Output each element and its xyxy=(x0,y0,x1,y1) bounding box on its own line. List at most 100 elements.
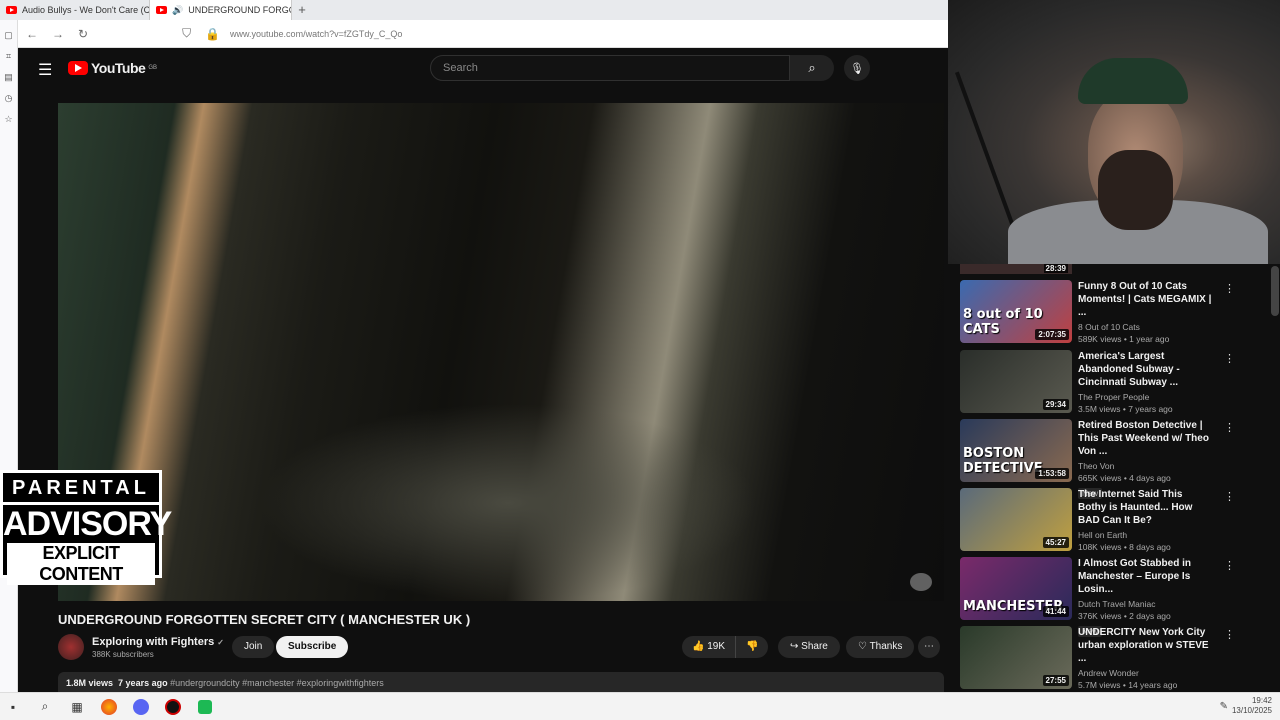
firefox-icon[interactable] xyxy=(96,695,122,719)
channel-name[interactable]: Theo Von xyxy=(1078,461,1213,471)
voice-search-button[interactable]: 🎙 xyxy=(844,55,870,81)
like-dislike-group: 👍 19K 👎 xyxy=(682,636,769,658)
channel-name[interactable]: Andrew Wonder xyxy=(1078,668,1213,678)
discord-icon[interactable] xyxy=(128,695,154,719)
video-description[interactable]: 1.8M views 7 years ago #undergroundcity … xyxy=(58,672,944,692)
logo-text: YouTube xyxy=(91,60,146,76)
youtube-header: ☰ YouTube GB Search ⌕ 🎙 xyxy=(18,48,948,88)
recommended-video[interactable]: 27:55 UNDERCITY New York City urban explo… xyxy=(960,626,1260,690)
video-duration: 27:55 xyxy=(1042,675,1069,686)
more-actions-button[interactable]: ⋯ xyxy=(918,636,940,658)
video-thumbnail[interactable]: 45:27 xyxy=(960,488,1072,551)
video-meta: 665K views • 4 days ago xyxy=(1078,473,1171,483)
scrollbar-thumb[interactable] xyxy=(1271,266,1279,316)
search-icon[interactable]: ⌕ xyxy=(32,695,58,719)
video-title[interactable]: Retired Boston Detective | This Past Wee… xyxy=(1078,419,1213,458)
video-thumbnail[interactable]: BOSTON DETECTIVE 1:53:58 xyxy=(960,419,1072,482)
share-button[interactable]: ↪ Share xyxy=(778,636,840,658)
task-view-icon[interactable]: ▦ xyxy=(64,695,90,719)
channel-watermark-icon[interactable] xyxy=(910,573,932,591)
channel-info: Exploring with Fighters ✓ 388K subscribe… xyxy=(58,634,224,660)
webcam-overlay xyxy=(948,0,1280,264)
video-meta: 5.7M views • 14 years ago xyxy=(1078,680,1178,690)
clock[interactable]: 19:42 13/10/2025 xyxy=(1232,696,1272,716)
partial-thumbnail[interactable]: 28:39 xyxy=(960,264,1072,274)
thumbs-up-icon: 👍 xyxy=(692,641,708,652)
region-code: GB xyxy=(148,65,157,71)
channel-name[interactable]: Dutch Travel Maniac xyxy=(1078,599,1213,609)
extensions-icon[interactable]: ▤ xyxy=(0,72,17,83)
youtube-logo[interactable]: YouTube GB xyxy=(68,60,157,76)
more-options-icon[interactable]: ⋮ xyxy=(1224,628,1235,641)
pen-icon[interactable]: ✎ xyxy=(1220,701,1228,712)
url-field[interactable]: www.youtube.com/watch?v=fZGTdy_C_Qo xyxy=(230,29,402,39)
forward-icon[interactable]: → xyxy=(52,27,64,41)
obs-icon[interactable] xyxy=(160,695,186,719)
sidebar-toggle-icon[interactable]: ▢ xyxy=(0,30,17,41)
bookmarks-icon[interactable]: ⌗ xyxy=(0,51,17,62)
video-thumbnail[interactable]: 8 out of 10 CATS 2:07:35 xyxy=(960,280,1072,343)
like-button[interactable]: 👍 19K xyxy=(682,636,736,658)
share-label: Share xyxy=(801,641,828,652)
youtube-page: ☰ YouTube GB Search ⌕ 🎙 UNDERGROUND FORG… xyxy=(18,48,948,692)
video-info: Funny 8 Out of 10 Cats Moments! | Cats M… xyxy=(1078,280,1213,344)
verified-icon: ✓ xyxy=(217,637,224,647)
channel-name[interactable]: 8 Out of 10 Cats xyxy=(1078,322,1213,332)
video-frame xyxy=(258,403,758,601)
tab-underground[interactable]: 🔊 UNDERGROUND FORGOTTE × xyxy=(150,0,292,20)
video-player[interactable] xyxy=(58,103,944,601)
advisory-line1: PARENTAL xyxy=(3,477,159,505)
join-button[interactable]: Join xyxy=(232,636,275,658)
more-options-icon[interactable]: ⋮ xyxy=(1224,352,1235,365)
video-meta: 108K views • 8 days ago xyxy=(1078,542,1171,552)
video-meta: 589K views • 1 year ago xyxy=(1078,334,1170,344)
scrollbar[interactable] xyxy=(1270,264,1280,692)
dislike-button[interactable]: 👎 xyxy=(735,636,769,658)
shield-icon[interactable]: ⛉ xyxy=(182,26,191,41)
start-icon[interactable]: ▪ xyxy=(0,695,26,719)
video-info: UNDERCITY New York City urban exploratio… xyxy=(1078,626,1213,690)
video-title[interactable]: America's Largest Abandoned Subway - Cin… xyxy=(1078,350,1213,389)
video-title[interactable]: UNDERCITY New York City urban exploratio… xyxy=(1078,626,1213,665)
video-thumbnail[interactable]: 29:34 xyxy=(960,350,1072,413)
channel-name[interactable]: Hell on Earth xyxy=(1078,530,1213,540)
video-thumbnail[interactable]: 27:55 xyxy=(960,626,1072,689)
more-options-icon[interactable]: ⋮ xyxy=(1224,559,1235,572)
channel-name[interactable]: The Proper People xyxy=(1078,392,1213,402)
video-title[interactable]: The Internet Said This Bothy is Haunted.… xyxy=(1078,488,1213,527)
view-count: 1.8M views xyxy=(66,678,114,688)
history-icon[interactable]: ◷ xyxy=(0,93,17,104)
search-input[interactable]: Search xyxy=(430,55,790,81)
recommended-video[interactable]: BOSTON DETECTIVE 1:53:58 Retired Boston De… xyxy=(960,419,1260,499)
recommended-video[interactable]: 8 out of 10 CATS 2:07:35 Funny 8 Out of 10… xyxy=(960,280,1260,344)
tab-audio-bullys[interactable]: Audio Bullys - We Don't Care (C × xyxy=(0,0,150,20)
more-options-icon[interactable]: ⋮ xyxy=(1224,421,1235,434)
channel-name[interactable]: Exploring with Fighters xyxy=(92,636,214,648)
menu-icon[interactable]: ☰ xyxy=(38,60,52,80)
video-title[interactable]: I Almost Got Stabbed in Manchester – Eur… xyxy=(1078,557,1213,596)
video-duration: 2:07:35 xyxy=(1035,329,1069,340)
more-options-icon[interactable]: ⋮ xyxy=(1224,490,1235,503)
thanks-button[interactable]: ♡ Thanks xyxy=(846,636,915,658)
video-meta: 3.5M views • 7 years ago xyxy=(1078,404,1173,414)
advisory-line3: EXPLICIT CONTENT xyxy=(7,543,155,585)
youtube-favicon-icon xyxy=(156,6,167,14)
recommended-video[interactable]: 45:27 The Internet Said This Bothy is Hau… xyxy=(960,488,1260,552)
video-title[interactable]: Funny 8 Out of 10 Cats Moments! | Cats M… xyxy=(1078,280,1213,319)
avatar[interactable] xyxy=(58,634,84,660)
recommended-video[interactable]: MANCHESTER 41:44 I Almost Got Stabbed in M… xyxy=(960,557,1260,637)
subscribe-button[interactable]: Subscribe xyxy=(276,636,349,658)
thumbs-down-icon: 👎 xyxy=(746,641,759,652)
streamer-beard xyxy=(1098,150,1173,230)
like-count: 19K xyxy=(707,641,726,652)
new-tab-button[interactable]: + xyxy=(292,0,312,20)
recommended-video[interactable]: 29:34 America's Largest Abandoned Subway … xyxy=(960,350,1260,414)
more-options-icon[interactable]: ⋮ xyxy=(1224,282,1235,295)
reload-icon[interactable]: ↻ xyxy=(78,27,88,41)
video-thumbnail[interactable]: MANCHESTER 41:44 xyxy=(960,557,1072,620)
back-icon[interactable]: ← xyxy=(26,27,38,41)
app-icon[interactable] xyxy=(192,695,218,719)
star-icon[interactable]: ☆ xyxy=(0,114,17,125)
hashtags[interactable]: #undergroundcity #manchester #exploringw… xyxy=(170,678,384,688)
search-button[interactable]: ⌕ xyxy=(790,55,834,81)
